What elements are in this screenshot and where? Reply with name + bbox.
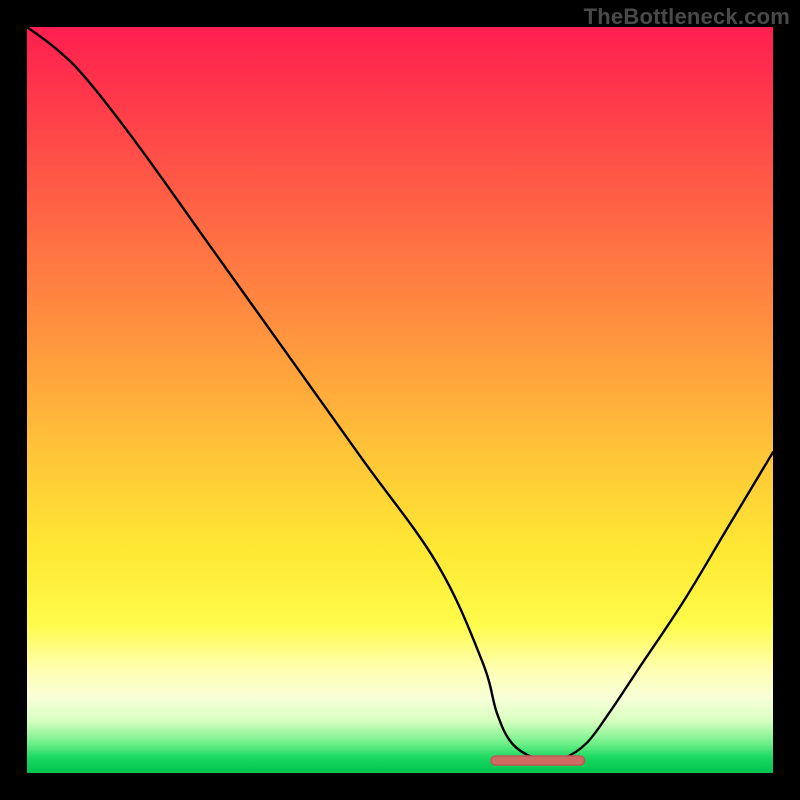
watermark-text: TheBottleneck.com <box>584 4 790 30</box>
optimal-range-marker <box>489 753 587 771</box>
bottleneck-curve <box>27 27 773 773</box>
chart-frame: TheBottleneck.com <box>0 0 800 800</box>
plot-area <box>27 27 773 773</box>
